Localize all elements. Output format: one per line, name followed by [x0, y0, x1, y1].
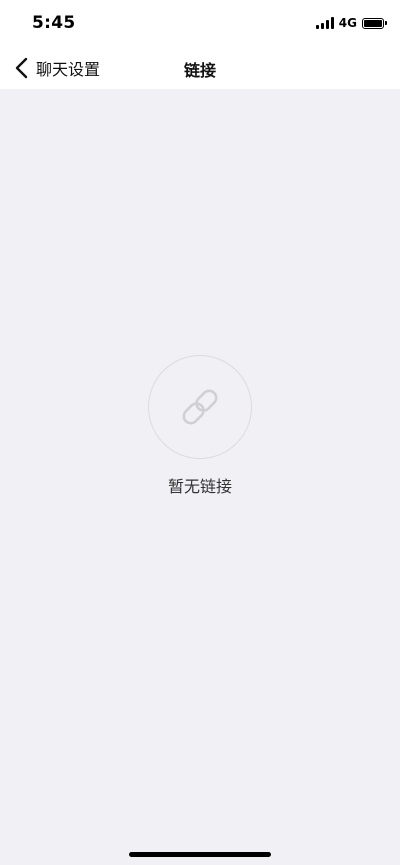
chat-links-screen: 5:45 4G 聊天设置 链接 暂无链接	[0, 0, 400, 865]
back-button[interactable]: 聊天设置	[14, 54, 100, 82]
network-type: 4G	[338, 16, 357, 30]
home-indicator[interactable]	[129, 852, 271, 857]
battery-icon	[362, 17, 387, 29]
empty-message: 暂无链接	[167, 477, 232, 496]
signal-icon	[315, 17, 334, 29]
page-title: 链接	[183, 61, 216, 80]
chevron-left-icon	[15, 57, 28, 79]
back-label: 聊天设置	[36, 60, 101, 79]
battery-fill	[364, 19, 382, 27]
empty-state: 暂无链接	[0, 355, 400, 497]
status-bar: 5:45 4G	[0, 0, 400, 46]
status-indicators: 4G	[315, 15, 387, 31]
link-icon	[182, 389, 218, 425]
status-time: 5:45	[32, 13, 76, 33]
nav-bar: 聊天设置 链接	[0, 46, 400, 89]
empty-icon-circle	[148, 355, 252, 459]
